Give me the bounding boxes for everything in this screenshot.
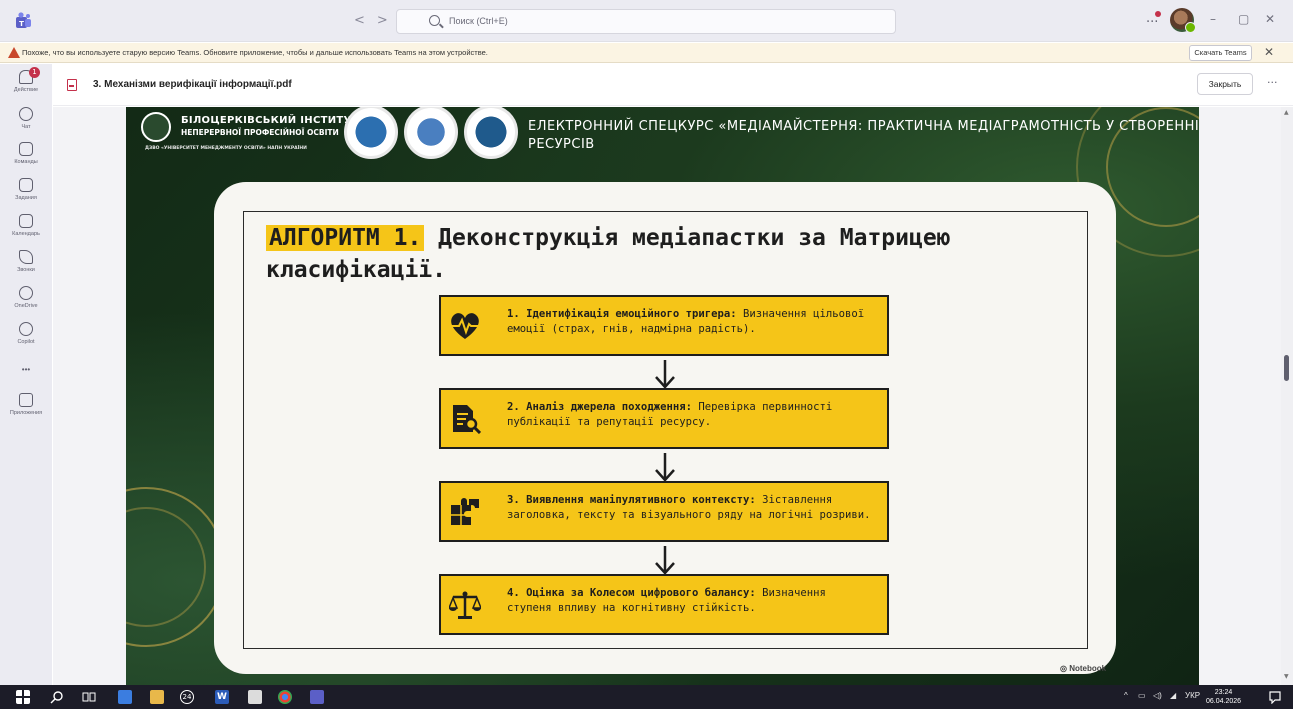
plus-icon xyxy=(19,393,33,407)
institute-logo xyxy=(141,112,171,142)
media-player-icon[interactable] xyxy=(118,690,132,704)
teams-icon xyxy=(19,142,33,156)
search-icon xyxy=(429,15,440,26)
institute-subtitle: НЕПЕРЕРВНОЇ ПРОФЕСІЙНОЇ ОСВІТИ xyxy=(181,128,339,137)
notes-app-icon[interactable] xyxy=(248,690,262,704)
windows-taskbar: 24 W ^ ▭ ◁) ◢ УКР 23:24 06.04.2026 xyxy=(0,685,1293,709)
language-indicator[interactable]: УКР xyxy=(1185,691,1200,700)
notebook-logo-icon: ◎ xyxy=(1060,664,1070,673)
pdf-viewer[interactable]: БІЛОЦЕРКІВСЬКИЙ ІНСТИТУТ НЕПЕРЕРВНОЇ ПРО… xyxy=(53,107,1281,685)
chrome-icon[interactable] xyxy=(278,690,292,704)
notifications-icon[interactable] xyxy=(1268,690,1282,704)
step-2: 2. Аналіз джерела походження: Перевірка … xyxy=(439,388,889,449)
back-button[interactable]: < xyxy=(354,13,377,28)
rail-item-chat[interactable]: Чат xyxy=(0,107,52,130)
volume-icon[interactable]: ◁) xyxy=(1153,691,1162,700)
battery-icon[interactable]: ▭ xyxy=(1138,691,1146,700)
task-view-icon[interactable] xyxy=(82,690,96,704)
puzzle-icon xyxy=(451,498,479,525)
step-1: 1. Ідентифікація емоційного тригера: Виз… xyxy=(439,295,889,356)
rail-item-copilot[interactable]: Copilot xyxy=(0,322,52,345)
algorithm-heading: АЛГОРИТМ 1. Деконструкція медіапастки за… xyxy=(266,222,1066,286)
banner-message: Похоже, что вы используете старую версию… xyxy=(22,48,488,57)
assignments-icon xyxy=(19,178,33,192)
rail-item-calendar[interactable]: Календарь xyxy=(0,214,52,237)
step-4-text: 4. Оцінка за Колесом цифрового балансу: … xyxy=(507,587,826,614)
partner-logo-1 xyxy=(344,107,398,159)
tray-expand-icon[interactable]: ^ xyxy=(1124,691,1128,700)
partner-logo-3 xyxy=(464,107,518,159)
banner-close-button[interactable]: ✕ xyxy=(1264,45,1274,59)
document-header: 3. Механізми верифікації інформації.pdf … xyxy=(53,64,1293,106)
network-icon[interactable]: ◢ xyxy=(1170,691,1176,700)
algorithm-card: АЛГОРИТМ 1. Деконструкція медіапастки за… xyxy=(214,182,1116,674)
search-box[interactable]: Поиск (Ctrl+E) xyxy=(396,9,896,34)
document-more-button[interactable]: ··· xyxy=(1267,76,1278,89)
close-document-button[interactable]: Закрыть xyxy=(1197,73,1253,95)
activity-badge: 1 xyxy=(29,67,40,78)
title-bar: T <> Поиск (Ctrl+E) ... – ▢ ✕ xyxy=(0,0,1293,42)
download-teams-button[interactable]: Скачать Teams xyxy=(1189,45,1252,61)
document-search-icon xyxy=(453,405,481,434)
heartbeat-icon xyxy=(451,313,479,339)
rail-item-assignments[interactable]: Задания xyxy=(0,178,52,201)
windows-start-icon[interactable] xyxy=(16,690,30,704)
app-rail: 1 Действие Чат Команды Задания Календарь… xyxy=(0,64,52,685)
file-explorer-icon[interactable] xyxy=(150,690,164,704)
teams-taskbar-icon[interactable] xyxy=(310,690,324,704)
scroll-up-icon[interactable]: ▲ xyxy=(1284,109,1289,116)
close-window-button[interactable]: ✕ xyxy=(1265,12,1275,26)
search-input[interactable]: Поиск (Ctrl+E) xyxy=(449,16,508,26)
settings-more-button[interactable]: ... xyxy=(1146,11,1162,26)
arrow-down-icon xyxy=(655,453,675,482)
copilot-icon xyxy=(19,322,33,336)
rail-item-teams[interactable]: Команды xyxy=(0,142,52,165)
institute-parent: ДЗВО «УНІВЕРСИТЕТ МЕНЕДЖМЕНТУ ОСВІТИ» НА… xyxy=(145,146,307,151)
system-clock[interactable]: 23:24 06.04.2026 xyxy=(1206,688,1241,706)
rail-item-activity[interactable]: 1 Действие xyxy=(0,67,52,93)
pdf-file-icon xyxy=(67,79,77,91)
rail-item-calls[interactable]: Звонки xyxy=(0,250,52,273)
notification-count-icon[interactable]: 24 xyxy=(180,690,194,704)
rail-item-apps[interactable]: Приложения xyxy=(0,393,52,416)
step-1-text: 1. Ідентифікація емоційного тригера: Виз… xyxy=(507,308,865,335)
update-banner: Похоже, что вы используете старую версию… xyxy=(0,43,1293,63)
pdf-page: БІЛОЦЕРКІВСЬКИЙ ІНСТИТУТ НЕПЕРЕРВНОЇ ПРО… xyxy=(126,107,1199,685)
vertical-scrollbar[interactable]: ▲ ▼ xyxy=(1281,107,1293,685)
search-icon[interactable] xyxy=(50,690,64,704)
scales-icon xyxy=(449,591,481,619)
partner-logo-2 xyxy=(404,107,458,159)
algorithm-frame: АЛГОРИТМ 1. Деконструкція медіапастки за… xyxy=(243,211,1088,649)
step-3: 3. Виявлення маніпулятивного контексту: … xyxy=(439,481,889,542)
step-2-text: 2. Аналіз джерела походження: Перевірка … xyxy=(507,401,833,428)
arrow-down-icon xyxy=(655,360,675,389)
rail-item-more[interactable]: ••• xyxy=(0,362,52,374)
minimize-button[interactable]: – xyxy=(1210,12,1216,26)
course-title: ЕЛЕКТРОННИЙ СПЕЦКУРС «МЕДІАМАЙСТЕРНЯ: ПР… xyxy=(528,119,1199,152)
rail-item-onedrive[interactable]: OneDrive xyxy=(0,286,52,309)
arrow-down-icon xyxy=(655,546,675,575)
avatar[interactable] xyxy=(1170,8,1196,33)
step-4: 4. Оцінка за Колесом цифрового балансу: … xyxy=(439,574,889,635)
svg-text:T: T xyxy=(19,20,24,28)
scroll-down-icon[interactable]: ▼ xyxy=(1284,673,1289,680)
calendar-icon xyxy=(19,214,33,228)
heading-highlight: АЛГОРИТМ 1. xyxy=(266,225,425,251)
scroll-thumb[interactable] xyxy=(1284,355,1289,381)
teams-logo-icon[interactable]: T xyxy=(12,12,32,30)
institute-name: БІЛОЦЕРКІВСЬКИЙ ІНСТИТУТ xyxy=(181,115,359,126)
cloud-icon xyxy=(19,286,33,300)
document-title: 3. Механізми верифікації інформації.pdf xyxy=(93,79,292,90)
step-3-text: 3. Виявлення маніпулятивного контексту: … xyxy=(507,494,871,521)
more-icon: ••• xyxy=(21,365,31,374)
restore-button[interactable]: ▢ xyxy=(1238,12,1249,26)
clock-time: 23:24 xyxy=(1214,689,1233,696)
warning-icon xyxy=(8,47,20,58)
clock-date: 06.04.2026 xyxy=(1206,698,1242,705)
history-nav[interactable]: <> xyxy=(354,13,400,28)
chat-icon xyxy=(19,107,33,121)
notebook-brand: ◎ Notebook xyxy=(1060,664,1107,673)
word-icon[interactable]: W xyxy=(215,690,229,704)
phone-icon xyxy=(19,250,33,264)
